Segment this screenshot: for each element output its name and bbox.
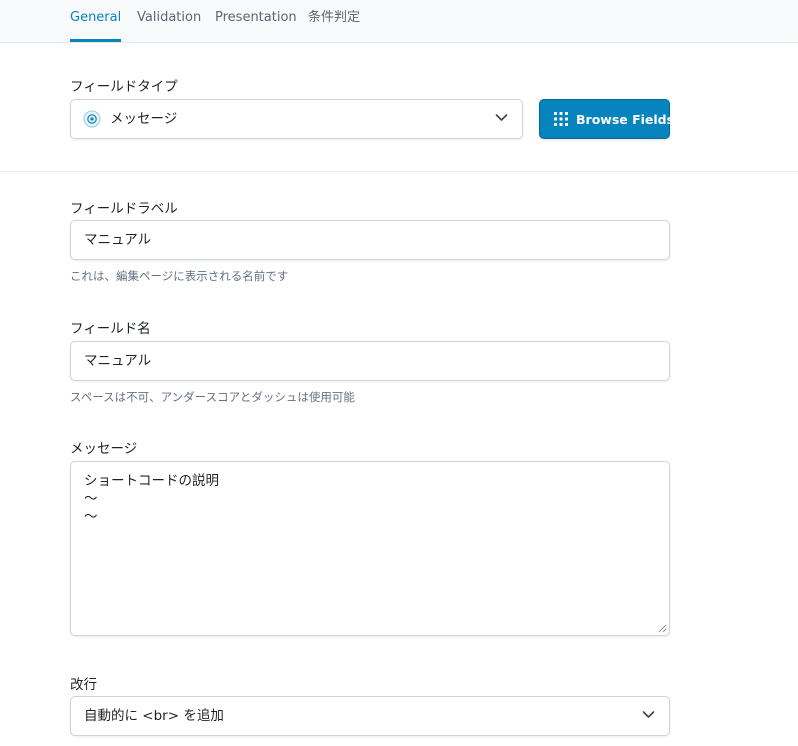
- chevron-down-icon: [495, 114, 508, 121]
- field-name-heading: フィールド名: [70, 321, 151, 337]
- field-type-label: フィールドタイプ: [70, 79, 178, 95]
- grid-icon: [554, 112, 568, 126]
- tab-general[interactable]: General: [70, 0, 122, 42]
- line-break-heading: 改行: [70, 677, 97, 693]
- field-label-input[interactable]: マニュアル: [70, 220, 670, 260]
- line-break-value: 自動的に <br> を追加: [84, 708, 224, 724]
- message-line: ～: [84, 509, 98, 525]
- message-textarea[interactable]: ショートコードの説明 ～ ～: [70, 461, 670, 636]
- field-name-input[interactable]: マニュアル: [70, 341, 670, 381]
- message-line: ショートコードの説明: [84, 473, 219, 489]
- chevron-down-icon: [642, 711, 655, 718]
- radio-target-icon: [83, 110, 101, 128]
- field-label-help: これは、編集ページに表示される名前です: [70, 269, 289, 283]
- tab-presentation[interactable]: Presentation: [215, 0, 297, 42]
- browse-fields-label: Browse Fields: [576, 112, 675, 127]
- message-heading: メッセージ: [70, 441, 138, 457]
- tab-validation[interactable]: Validation: [137, 0, 201, 42]
- field-label-value: マニュアル: [84, 232, 152, 248]
- field-name-help: スペースは不可、アンダースコアとダッシュは使用可能: [70, 390, 355, 404]
- field-type-select[interactable]: メッセージ: [70, 99, 523, 139]
- message-content: ショートコードの説明 ～ ～: [84, 472, 219, 526]
- field-label-heading: フィールドラベル: [70, 201, 178, 217]
- line-break-select[interactable]: 自動的に <br> を追加: [70, 696, 670, 736]
- tab-conditional-logic[interactable]: 条件判定: [308, 0, 360, 42]
- settings-tabs: General Validation Presentation 条件判定: [0, 0, 798, 43]
- section-divider: [0, 171, 798, 172]
- field-type-value: メッセージ: [110, 111, 178, 127]
- resize-handle-icon[interactable]: [658, 624, 667, 633]
- field-name-value: マニュアル: [84, 353, 152, 369]
- browse-fields-button[interactable]: Browse Fields: [539, 99, 674, 139]
- message-line: ～: [84, 491, 98, 507]
